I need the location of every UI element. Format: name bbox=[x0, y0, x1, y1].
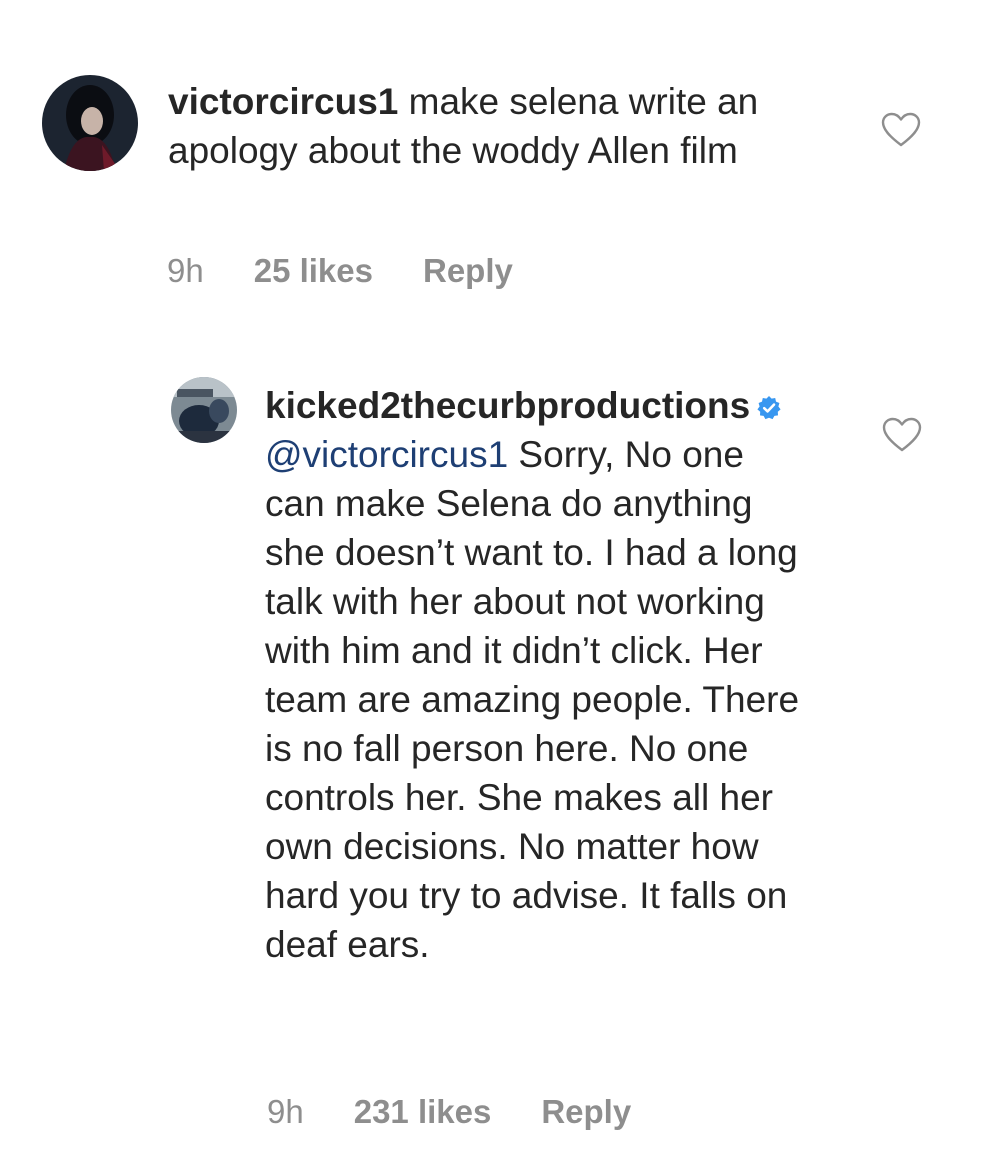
comment-body: kicked2thecurbproductions @victorcircus1… bbox=[265, 381, 805, 969]
avatar[interactable] bbox=[171, 377, 237, 443]
heart-outline-icon[interactable] bbox=[882, 417, 922, 453]
comment-username[interactable]: victorcircus1 bbox=[168, 81, 398, 122]
comment-2: kicked2thecurbproductions @victorcircus1… bbox=[0, 320, 1000, 1154]
mention-link[interactable]: @victorcircus1 bbox=[265, 434, 508, 475]
profile-photo-icon bbox=[171, 377, 237, 443]
comment-text: Sorry, No one can make Selena do anythin… bbox=[265, 434, 800, 965]
comment-time: 9h bbox=[267, 1093, 304, 1130]
avatar[interactable] bbox=[42, 75, 138, 171]
comment-body: victorcircus1 make selena write an apolo… bbox=[168, 77, 828, 175]
comment-meta: 9h 231 likes Reply bbox=[267, 1093, 631, 1131]
comment-time: 9h bbox=[167, 252, 204, 289]
profile-photo-icon bbox=[42, 75, 138, 171]
comment-likes[interactable]: 231 likes bbox=[354, 1093, 492, 1131]
comment-meta: 9h 25 likes Reply bbox=[167, 252, 513, 290]
comment-username[interactable]: kicked2thecurbproductions bbox=[265, 385, 750, 426]
comment-likes[interactable]: 25 likes bbox=[254, 252, 373, 290]
reply-button[interactable]: Reply bbox=[423, 252, 513, 290]
comment-1: victorcircus1 make selena write an apolo… bbox=[0, 0, 1000, 320]
verified-badge-icon bbox=[757, 396, 781, 420]
heart-outline-icon[interactable] bbox=[881, 112, 921, 148]
reply-button[interactable]: Reply bbox=[541, 1093, 631, 1131]
